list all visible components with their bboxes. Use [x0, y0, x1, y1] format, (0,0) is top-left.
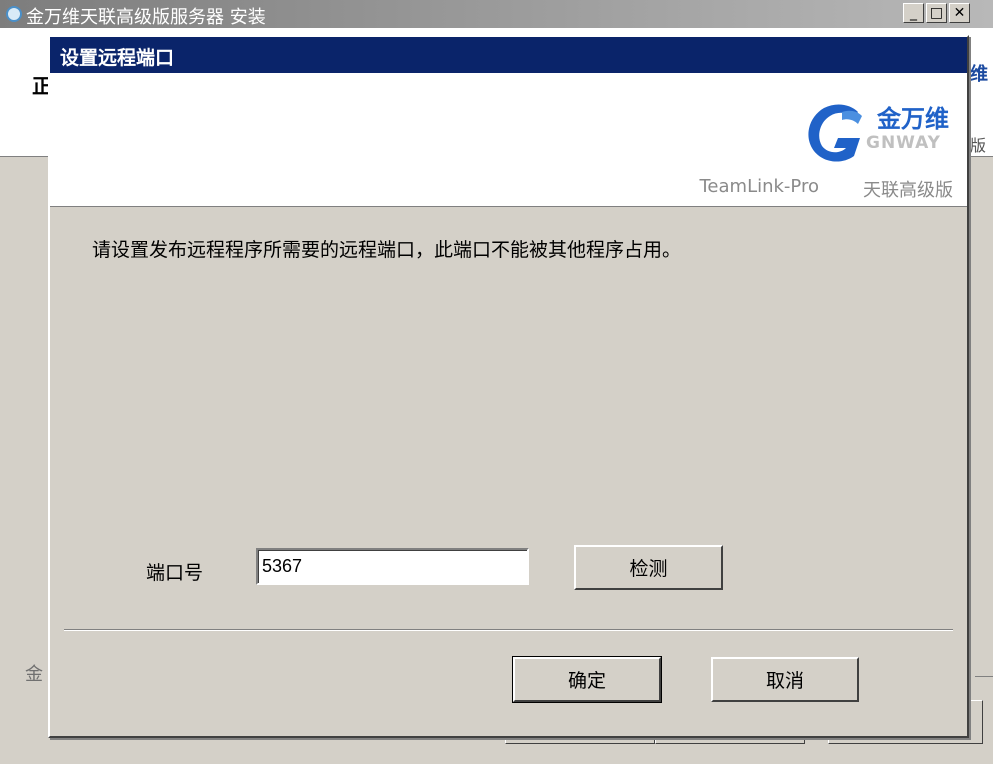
port-input[interactable] — [256, 548, 529, 585]
dialog-titlebar[interactable]: 设置远程端口 — [50, 37, 967, 73]
maximize-button[interactable]: □ — [926, 3, 947, 23]
app-icon — [6, 6, 22, 22]
installer-edition-fragment: 版 — [970, 136, 987, 155]
gnway-g-logo-icon — [808, 104, 862, 162]
cancel-button[interactable]: 取消 — [711, 657, 859, 702]
close-button[interactable]: ✕ — [949, 3, 970, 23]
logo-brand-en: GNWAY — [865, 133, 941, 153]
installer-logo-fragment: 维 — [970, 64, 988, 85]
installer-titlebar: 金万维天联高级版服务器 安装 _ □ ✕ — [0, 0, 993, 28]
button-divider — [64, 629, 953, 631]
minimize-button[interactable]: _ — [903, 3, 924, 23]
installer-footer-divider — [975, 676, 993, 677]
installer-title: 金万维天联高级版服务器 安装 — [26, 7, 266, 28]
installer-footer-text: 金 — [25, 664, 43, 685]
logo-brand-cn: 金万维 — [877, 105, 949, 133]
port-label: 端口号 — [146, 562, 204, 584]
instruction-text: 请设置发布远程程序所需要的远程端口，此端口不能被其他程序占用。 — [92, 239, 682, 261]
check-port-button[interactable]: 检测 — [574, 545, 723, 590]
dialog-title: 设置远程端口 — [60, 47, 175, 69]
set-remote-port-dialog: 设置远程端口 金万维 GNWAY TeamLink-Pro 天联高级版 请设置发… — [48, 35, 969, 738]
ok-button[interactable]: 确定 — [512, 656, 662, 703]
dialog-header-banner: 金万维 GNWAY TeamLink-Pro 天联高级版 — [50, 73, 967, 207]
logo-product-name: TeamLink-Pro — [699, 176, 820, 197]
logo-edition: 天联高级版 — [863, 180, 953, 201]
